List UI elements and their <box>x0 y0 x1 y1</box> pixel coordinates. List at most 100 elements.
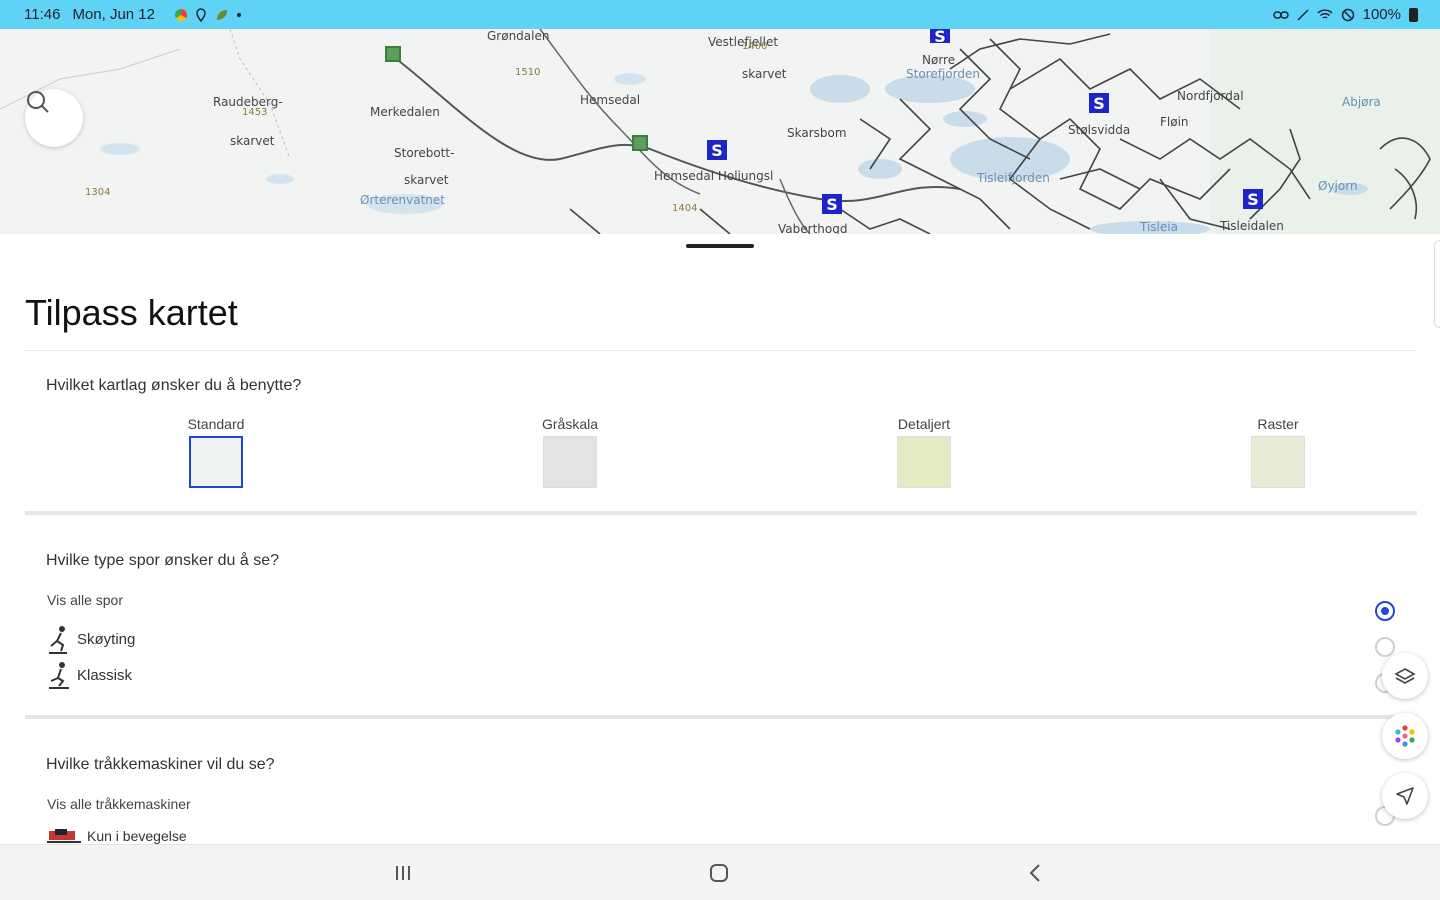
trail-option-all[interactable]: Vis alle spor <box>47 592 123 608</box>
search-button[interactable] <box>25 89 83 147</box>
map-label: Nørre <box>922 53 956 67</box>
leaf-app-icon <box>217 9 227 20</box>
trail-option-classic[interactable]: Klassisk <box>47 660 132 690</box>
map-view[interactable]: Grøndalen Vestlefjellet skarvet Raudeber… <box>0 29 1440 234</box>
map-terrain <box>0 29 1440 234</box>
back-button[interactable] <box>1020 859 1050 887</box>
cabin-marker[interactable] <box>385 46 401 62</box>
groomer-option-moving[interactable]: Kun i bevegelse <box>47 828 187 844</box>
trail-question: Hvilke type spor ønsker du å se? <box>46 552 279 569</box>
status-right: 100% <box>1272 0 1418 29</box>
map-label: Tisleia <box>1140 220 1178 234</box>
map-label: Storebott- <box>394 146 455 160</box>
groomer-icon <box>47 829 81 843</box>
map-label: Nordfjordal <box>1177 89 1244 103</box>
map-label: Skarsbom <box>787 126 847 140</box>
radio-trail-skating[interactable] <box>1375 637 1395 657</box>
home-button[interactable] <box>704 859 734 887</box>
wifi-icon <box>1317 8 1333 19</box>
chrome-icon <box>175 8 187 21</box>
layer-option-grayscale[interactable]: Gråskala <box>530 416 610 488</box>
layer-label: Standard <box>187 416 245 432</box>
status-bar: 11:46 Mon, Jun 12 100% <box>0 0 1440 29</box>
map-label: skarvet <box>742 67 787 81</box>
dnd-icon <box>1341 8 1354 21</box>
sheet-title: Tilpass kartet <box>25 292 238 333</box>
divider <box>25 350 1417 351</box>
ski-center-marker[interactable]: S <box>1089 93 1109 113</box>
map-label: Øyjorn <box>1318 179 1358 193</box>
map-label: Stølsvidda <box>1068 123 1131 137</box>
trail-option-label: Klassisk <box>77 666 133 684</box>
radio-trail-all[interactable] <box>1375 601 1395 621</box>
dot-icon <box>237 12 241 17</box>
notification-icons <box>175 7 241 22</box>
navigate-button[interactable] <box>1382 773 1428 819</box>
map-label: Grøndalen <box>487 29 550 43</box>
map-label: Vaberthogd <box>778 222 848 234</box>
status-date: Mon, Jun 12 <box>72 6 155 23</box>
groomer-option-all[interactable]: Vis alle tråkkemaskiner <box>47 796 191 812</box>
trail-option-label: Skøyting <box>77 630 136 648</box>
section-divider <box>25 511 1417 515</box>
map-label: skarvet <box>230 134 275 148</box>
search-icon <box>27 91 49 113</box>
battery-icon <box>1409 7 1418 22</box>
layer-thumbnail-standard[interactable] <box>189 436 243 488</box>
map-label: Storefjorden <box>906 67 980 81</box>
layer-thumbnail-grayscale[interactable] <box>543 436 597 488</box>
layer-thumbnail-raster[interactable] <box>1251 436 1305 488</box>
skating-skier-icon <box>49 626 67 654</box>
layer-option-raster[interactable]: Raster <box>1238 416 1318 488</box>
trail-option-skating[interactable]: Skøyting <box>47 624 135 654</box>
layer-option-standard[interactable]: Standard <box>176 416 256 488</box>
link-icon <box>1272 10 1289 19</box>
map-label: 1510 <box>515 67 541 78</box>
map-label: Hemsedal Holiungsl <box>654 169 774 183</box>
layers-icon <box>1394 668 1416 684</box>
map-label: Fløin <box>1160 115 1189 129</box>
layer-label: Detaljert <box>897 416 951 432</box>
navigate-icon <box>1396 787 1414 805</box>
signal-icon <box>1297 8 1309 21</box>
home-icon <box>710 864 728 882</box>
system-nav-bar <box>0 844 1440 900</box>
layer-label: Raster <box>1257 416 1299 432</box>
ski-center-marker[interactable]: S <box>930 29 950 46</box>
groomer-option-label: Kun i bevegelse <box>87 828 187 844</box>
ski-center-marker[interactable]: S <box>822 194 842 214</box>
cabin-marker[interactable] <box>632 135 648 151</box>
map-label: Tisleidalen <box>1220 219 1284 233</box>
status-time: 11:46 <box>24 6 61 23</box>
layer-label: Gråskala <box>541 416 599 432</box>
classic-skier-icon <box>49 662 69 689</box>
map-label: Ørterenvatnet <box>360 193 445 207</box>
recents-button[interactable] <box>388 859 418 887</box>
map-label: Tisleifjorden <box>977 171 1050 185</box>
ski-center-marker[interactable]: S <box>1243 189 1263 209</box>
map-label: 1453 <box>242 107 268 118</box>
map-label: 1304 <box>85 187 111 198</box>
section-divider <box>25 715 1417 719</box>
status-left: 11:46 Mon, Jun 12 <box>24 6 241 23</box>
palette-icon <box>1395 725 1415 747</box>
layers-button[interactable] <box>1382 653 1428 699</box>
map-label: Abjøra <box>1342 95 1381 109</box>
customize-map-sheet: Tilpass kartet Hvilket kartlag ønsker du… <box>0 234 1440 844</box>
layer-thumbnail-detailed[interactable] <box>897 436 951 488</box>
palette-button[interactable] <box>1382 713 1428 759</box>
groomer-question: Hvilke tråkkemaskiner vil du se? <box>46 756 275 773</box>
sheet-edge-tab <box>1434 240 1440 328</box>
map-label: Merkedalen <box>370 105 440 119</box>
map-label: Hemsedal <box>580 93 641 107</box>
recents-icon <box>396 866 410 880</box>
location-icon <box>196 7 206 22</box>
ski-center-marker[interactable]: S <box>707 140 727 160</box>
battery-level: 100% <box>1362 6 1401 23</box>
map-label: skarvet <box>404 173 449 187</box>
layer-option-detailed[interactable]: Detaljert <box>884 416 964 488</box>
map-label: 1400 <box>742 41 768 52</box>
map-label: 1404 <box>672 203 698 214</box>
sheet-drag-handle[interactable] <box>686 244 754 248</box>
back-icon <box>1029 864 1040 882</box>
